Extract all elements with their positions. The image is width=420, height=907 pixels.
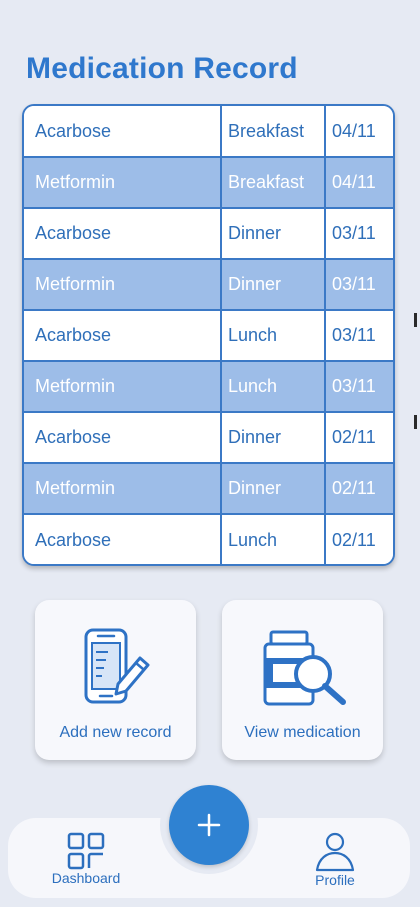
table-row[interactable]: Metformin Dinner 03/11 bbox=[24, 258, 393, 311]
date-cell: 02/11 bbox=[324, 462, 393, 515]
date-cell: 04/11 bbox=[324, 156, 393, 209]
pill-bottle-search-icon bbox=[255, 628, 351, 713]
meal-cell: Dinner bbox=[220, 207, 326, 260]
meal-cell: Lunch bbox=[220, 513, 326, 564]
date-cell: 03/11 bbox=[324, 360, 393, 413]
medication-name-cell: Acarbose bbox=[24, 411, 222, 464]
date-cell: 03/11 bbox=[324, 258, 393, 311]
edge-mark bbox=[414, 313, 417, 327]
add-record-label: Add new record bbox=[59, 724, 172, 741]
meal-cell: Dinner bbox=[220, 411, 326, 464]
edge-mark bbox=[414, 415, 417, 429]
nav-profile-label: Profile bbox=[315, 872, 355, 888]
dashboard-grid-icon bbox=[67, 832, 105, 870]
table-row[interactable]: Metformin Lunch 03/11 bbox=[24, 360, 393, 413]
medication-name-cell: Metformin bbox=[24, 360, 222, 413]
page-title: Medication Record bbox=[26, 52, 298, 85]
view-medication-button[interactable]: View medication bbox=[222, 600, 383, 760]
meal-cell: Dinner bbox=[220, 258, 326, 311]
medication-name-cell: Acarbose bbox=[24, 309, 222, 362]
phone-edit-icon bbox=[78, 628, 154, 713]
medication-name-cell: Acarbose bbox=[24, 106, 222, 158]
meal-cell: Breakfast bbox=[220, 156, 326, 209]
date-cell: 02/11 bbox=[324, 513, 393, 564]
medication-table: Acarbose Breakfast 04/11 Metformin Breakfast… bbox=[22, 104, 395, 566]
table-row[interactable]: Acarbose Breakfast 04/11 bbox=[24, 106, 393, 158]
add-fab-button[interactable] bbox=[169, 785, 249, 865]
table-row[interactable]: Acarbose Lunch 03/11 bbox=[24, 309, 393, 362]
medication-name-cell: Acarbose bbox=[24, 513, 222, 564]
meal-cell: Breakfast bbox=[220, 106, 326, 158]
meal-cell: Lunch bbox=[220, 309, 326, 362]
table-row[interactable]: Acarbose Dinner 03/11 bbox=[24, 207, 393, 260]
user-icon bbox=[315, 832, 355, 872]
table-row[interactable]: Metformin Dinner 02/11 bbox=[24, 462, 393, 515]
date-cell: 04/11 bbox=[324, 106, 393, 158]
medication-table-body: Acarbose Breakfast 04/11 Metformin Breakfast… bbox=[24, 106, 393, 564]
table-row[interactable]: Acarbose Dinner 02/11 bbox=[24, 411, 393, 464]
medication-name-cell: Metformin bbox=[24, 156, 222, 209]
date-cell: 03/11 bbox=[324, 207, 393, 260]
nav-profile[interactable]: Profile bbox=[298, 818, 372, 888]
nav-dashboard[interactable]: Dashboard bbox=[44, 818, 128, 886]
medication-name-cell: Metformin bbox=[24, 258, 222, 311]
plus-icon bbox=[197, 813, 221, 837]
meal-cell: Lunch bbox=[220, 360, 326, 413]
add-record-button[interactable]: Add new record bbox=[35, 600, 196, 760]
nav-dashboard-label: Dashboard bbox=[51, 870, 121, 886]
medication-name-cell: Acarbose bbox=[24, 207, 222, 260]
medication-name-cell: Metformin bbox=[24, 462, 222, 515]
table-row[interactable]: Acarbose Lunch 02/11 bbox=[24, 513, 393, 564]
view-medication-label: View medication bbox=[244, 724, 361, 741]
table-row[interactable]: Metformin Breakfast 04/11 bbox=[24, 156, 393, 209]
meal-cell: Dinner bbox=[220, 462, 326, 515]
date-cell: 03/11 bbox=[324, 309, 393, 362]
date-cell: 02/11 bbox=[324, 411, 393, 464]
